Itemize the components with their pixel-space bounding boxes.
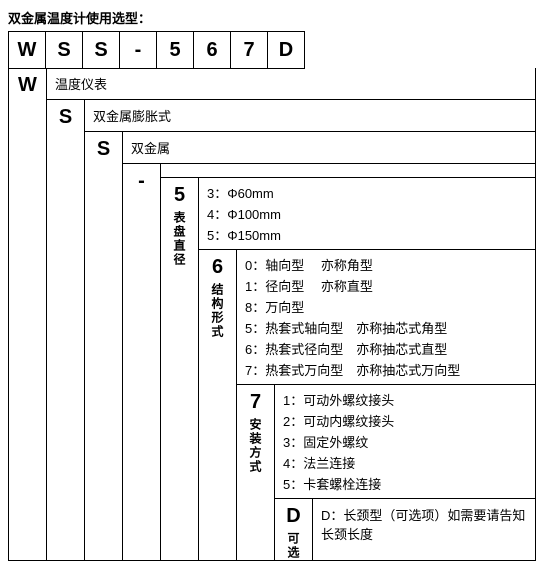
level-key-5: 5 表盘直径 <box>161 178 199 560</box>
code-cell: D <box>267 31 305 69</box>
key-char: 5 <box>174 184 185 207</box>
level-label: 双金属膨胀式 <box>85 100 535 132</box>
key-sub: 表盘直径 <box>171 211 188 267</box>
key-char: 6 <box>212 256 223 279</box>
model-code-row: W S S - 5 6 7 D <box>8 31 534 69</box>
level-label: D：长颈型（可选项）如需要请告知长颈长度 <box>313 499 535 549</box>
level-label: 温度仪表 <box>47 68 535 100</box>
option: 1：径向型 亦称直型 <box>245 275 527 296</box>
level-key-w: W <box>9 68 47 560</box>
options-structure: 0：轴向型 亦称角型 1：径向型 亦称直型 8：万向型 5：热套式轴向型 亦称抽… <box>237 250 535 385</box>
level-key-dash: - <box>123 164 161 560</box>
code-cell: S <box>45 31 83 69</box>
key-char: 7 <box>250 391 261 414</box>
option: 5：热套式轴向型 亦称抽芯式角型 <box>245 317 527 338</box>
option: 7：热套式万向型 亦称抽芯式万向型 <box>245 359 527 380</box>
key-sub: 安装方式 <box>247 418 264 474</box>
option: 3：Φ60mm <box>207 182 527 203</box>
option: 0：轴向型 亦称角型 <box>245 254 527 275</box>
option: 1：可动外螺纹接头 <box>283 389 527 410</box>
code-cell: 6 <box>193 31 231 69</box>
options-mount: 1：可动外螺纹接头 2：可动内螺纹接头 3：固定外螺纹 4：法兰连接 5：卡套螺… <box>275 385 535 499</box>
code-cell: W <box>8 31 46 69</box>
option: 5：Φ150mm <box>207 224 527 245</box>
level-key-6: 6 结构形式 <box>199 250 237 560</box>
code-cell: - <box>119 31 157 69</box>
key-sub: 可选 <box>285 532 302 560</box>
key-sub: 结构形式 <box>209 283 226 339</box>
options-dial: 3：Φ60mm 4：Φ100mm 5：Φ150mm <box>199 178 535 250</box>
key-char: D <box>286 505 300 528</box>
option: 2：可动内螺纹接头 <box>283 410 527 431</box>
page-title: 双金属温度计使用选型： <box>8 8 534 27</box>
level-key-s2: S <box>85 132 123 560</box>
code-cell: 5 <box>156 31 194 69</box>
option: 4：Φ100mm <box>207 203 527 224</box>
code-cell: S <box>82 31 120 69</box>
code-cell: 7 <box>230 31 268 69</box>
level-key-d: D 可选 <box>275 499 313 560</box>
selection-tree: W 温度仪表 S 双金属膨胀式 S 双金属 - <box>8 68 536 561</box>
option: 6：热套式径向型 亦称抽芯式直型 <box>245 338 527 359</box>
level-label <box>161 164 535 178</box>
option: 4：法兰连接 <box>283 452 527 473</box>
option: 5：卡套螺栓连接 <box>283 473 527 494</box>
option: 8：万向型 <box>245 296 527 317</box>
option: 3：固定外螺纹 <box>283 431 527 452</box>
level-key-7: 7 安装方式 <box>237 385 275 560</box>
level-label: 双金属 <box>123 132 535 164</box>
level-key-s1: S <box>47 100 85 560</box>
